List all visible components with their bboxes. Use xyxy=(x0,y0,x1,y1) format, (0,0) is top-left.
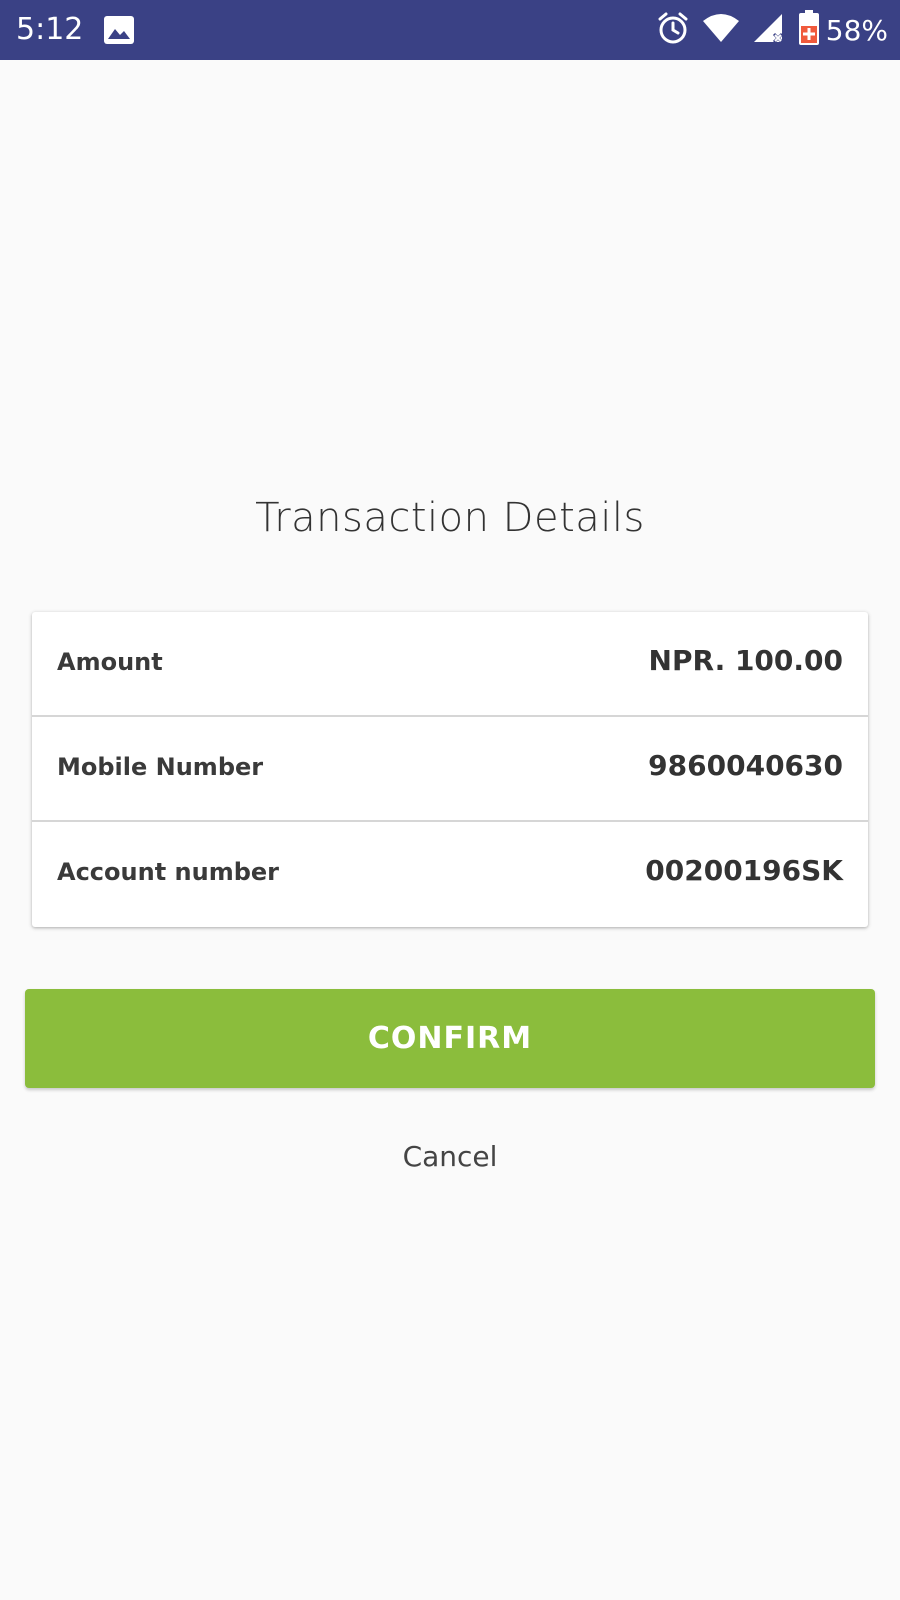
wifi-icon xyxy=(702,13,740,48)
detail-row-account-number: Account number 00200196SK xyxy=(32,822,868,927)
transaction-details-card: Amount NPR. 100.00 Mobile Number 9860040… xyxy=(32,612,868,927)
status-time: 5:12 xyxy=(16,12,84,47)
detail-row-mobile-number: Mobile Number 9860040630 xyxy=(32,717,868,822)
status-icons: 58% xyxy=(656,0,888,60)
alarm-icon xyxy=(656,11,690,50)
confirm-button[interactable]: CONFIRM xyxy=(25,989,875,1088)
account-number-value: 00200196SK xyxy=(645,854,843,887)
battery-percent: 58% xyxy=(825,13,888,47)
signal-icon xyxy=(752,12,786,49)
mobile-number-label: Mobile Number xyxy=(57,753,264,781)
page-title: Transaction Details xyxy=(255,495,645,541)
status-bar: 5:12 58% xyxy=(0,0,900,60)
account-number-label: Account number xyxy=(57,858,279,886)
cancel-button[interactable]: Cancel xyxy=(0,1140,900,1173)
detail-row-amount: Amount NPR. 100.00 xyxy=(32,612,868,717)
battery-icon xyxy=(798,9,820,51)
amount-label: Amount xyxy=(57,648,163,676)
gallery-icon xyxy=(103,15,135,45)
amount-value: NPR. 100.00 xyxy=(648,644,843,677)
mobile-number-value: 9860040630 xyxy=(648,749,843,782)
